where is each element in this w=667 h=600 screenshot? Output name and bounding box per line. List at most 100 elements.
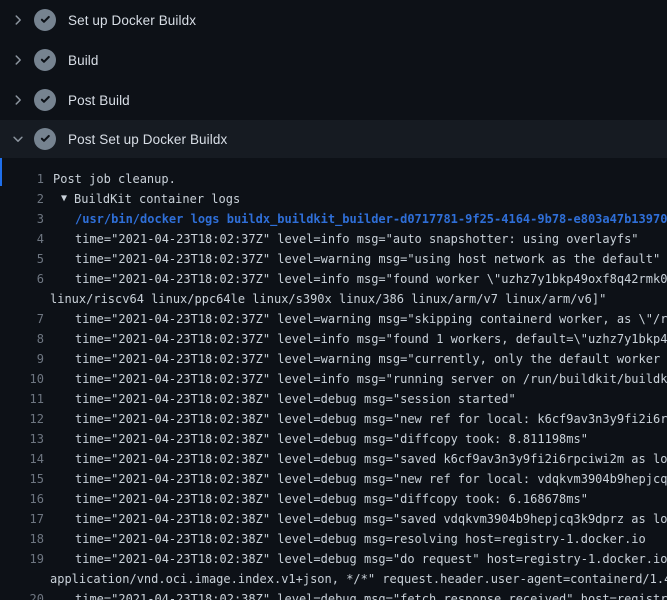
step-label: Post Set up Docker Buildx bbox=[68, 132, 227, 147]
log-indent bbox=[44, 349, 75, 350]
log-line: 12 time="2021-04-23T18:02:38Z" level=deb… bbox=[0, 409, 667, 429]
log-indent bbox=[44, 469, 75, 470]
log-line-number[interactable]: 10 bbox=[0, 369, 44, 389]
log-line: 11 time="2021-04-23T18:02:38Z" level=deb… bbox=[0, 389, 667, 409]
log-line-number[interactable]: 12 bbox=[0, 409, 44, 429]
chevron-right-icon[interactable] bbox=[10, 92, 26, 108]
log-line: 10 time="2021-04-23T18:02:37Z" level=inf… bbox=[0, 369, 667, 389]
log-indent bbox=[44, 429, 75, 430]
log-indent bbox=[44, 389, 75, 390]
log-line-text: Post job cleanup. bbox=[53, 169, 667, 189]
log-line: 6 time="2021-04-23T18:02:37Z" level=info… bbox=[0, 269, 667, 289]
log-line: 14 time="2021-04-23T18:02:38Z" level=deb… bbox=[0, 449, 667, 469]
log-line-text: time="2021-04-23T18:02:37Z" level=info m… bbox=[75, 329, 667, 349]
log-line-text: /usr/bin/docker logs buildx_buildkit_bui… bbox=[75, 209, 667, 229]
log-line: 2 ▼ BuildKit container logs bbox=[0, 189, 667, 209]
step-header-set-up-docker-buildx[interactable]: Set up Docker Buildx bbox=[0, 0, 667, 40]
log-line: 3 /usr/bin/docker logs buildx_buildkit_b… bbox=[0, 209, 667, 229]
log-line-text: BuildKit container logs bbox=[74, 189, 667, 209]
log-line-number[interactable]: 6 bbox=[0, 269, 44, 289]
check-circle-icon bbox=[34, 9, 56, 31]
log-line-number[interactable]: 17 bbox=[0, 509, 44, 529]
chevron-right-icon[interactable] bbox=[10, 12, 26, 28]
log-indent bbox=[44, 229, 75, 230]
log-line-text: time="2021-04-23T18:02:38Z" level=debug … bbox=[75, 509, 667, 529]
log-line-number[interactable]: 11 bbox=[0, 389, 44, 409]
log-line: 19 time="2021-04-23T18:02:38Z" level=deb… bbox=[0, 549, 667, 569]
log-line: 8 time="2021-04-23T18:02:37Z" level=info… bbox=[0, 329, 667, 349]
chevron-down-icon[interactable] bbox=[10, 131, 26, 147]
log-indent bbox=[44, 309, 75, 310]
group-toggle-icon[interactable]: ▼ bbox=[61, 189, 67, 209]
log-line-number[interactable]: 2 bbox=[0, 189, 44, 209]
log-indent bbox=[44, 589, 75, 590]
log-line: 20 time="2021-04-23T18:02:38Z" level=deb… bbox=[0, 589, 667, 600]
log-line-text: time="2021-04-23T18:02:37Z" level=info m… bbox=[75, 229, 667, 249]
log-indent bbox=[44, 329, 75, 330]
log-line-number[interactable]: 5 bbox=[0, 249, 44, 269]
log-line: 13 time="2021-04-23T18:02:38Z" level=deb… bbox=[0, 429, 667, 449]
log-indent bbox=[44, 489, 75, 490]
log-line-number[interactable]: 15 bbox=[0, 469, 44, 489]
log-line-text: time="2021-04-23T18:02:38Z" level=debug … bbox=[75, 469, 667, 489]
log-line-text: application/vnd.oci.image.index.v1+json,… bbox=[50, 569, 667, 589]
log-line-number[interactable]: 1 bbox=[0, 169, 44, 189]
log-line: linux/riscv64 linux/ppc64le linux/s390x … bbox=[0, 289, 667, 309]
log-line: 15 time="2021-04-23T18:02:38Z" level=deb… bbox=[0, 469, 667, 489]
log-line-text: linux/riscv64 linux/ppc64le linux/s390x … bbox=[50, 289, 667, 309]
log-line-text: time="2021-04-23T18:02:38Z" level=debug … bbox=[75, 589, 667, 600]
log-line-text: time="2021-04-23T18:02:38Z" level=debug … bbox=[75, 389, 667, 409]
log-line: 16 time="2021-04-23T18:02:38Z" level=deb… bbox=[0, 489, 667, 509]
log-indent bbox=[44, 169, 53, 170]
log-indent bbox=[44, 269, 75, 270]
step-header-post-build[interactable]: Post Build bbox=[0, 80, 667, 120]
log-line-number[interactable] bbox=[0, 569, 44, 589]
log-line-number[interactable]: 20 bbox=[0, 589, 44, 600]
log-line-text: time="2021-04-23T18:02:37Z" level=info m… bbox=[75, 369, 667, 389]
log-indent bbox=[44, 249, 75, 250]
log-indent bbox=[44, 189, 61, 190]
log-indent bbox=[44, 449, 75, 450]
log-line-number[interactable]: 13 bbox=[0, 429, 44, 449]
log-line-text: time="2021-04-23T18:02:38Z" level=debug … bbox=[75, 409, 667, 429]
log-line: 9 time="2021-04-23T18:02:37Z" level=warn… bbox=[0, 349, 667, 369]
log-indent bbox=[44, 369, 75, 370]
log-line-number[interactable]: 9 bbox=[0, 349, 44, 369]
log-area: 1 Post job cleanup. 2 ▼ BuildKit contain… bbox=[0, 158, 667, 600]
log-line: 17 time="2021-04-23T18:02:38Z" level=deb… bbox=[0, 509, 667, 529]
log-line-text: time="2021-04-23T18:02:37Z" level=warnin… bbox=[75, 309, 667, 329]
log-line-text: time="2021-04-23T18:02:38Z" level=debug … bbox=[75, 429, 667, 449]
chevron-right-icon[interactable] bbox=[10, 52, 26, 68]
check-circle-icon bbox=[34, 128, 56, 150]
log-line: application/vnd.oci.image.index.v1+json,… bbox=[0, 569, 667, 589]
log-line: 18 time="2021-04-23T18:02:38Z" level=deb… bbox=[0, 529, 667, 549]
workflow-logs-panel: Set up Docker Buildx Build Post Build bbox=[0, 0, 667, 600]
log-line-number[interactable] bbox=[0, 289, 44, 309]
step-list: Set up Docker Buildx Build Post Build bbox=[0, 0, 667, 158]
check-circle-icon bbox=[34, 89, 56, 111]
log-indent bbox=[44, 549, 75, 550]
step-label: Post Build bbox=[68, 93, 130, 108]
step-label: Build bbox=[68, 53, 99, 68]
log-line-text: time="2021-04-23T18:02:37Z" level=warnin… bbox=[75, 349, 667, 369]
log-line-number[interactable]: 16 bbox=[0, 489, 44, 509]
log-line-text: time="2021-04-23T18:02:38Z" level=debug … bbox=[75, 489, 667, 509]
step-header-post-set-up-docker-buildx[interactable]: Post Set up Docker Buildx bbox=[0, 120, 667, 158]
log-indent bbox=[44, 409, 75, 410]
log-line-number[interactable]: 14 bbox=[0, 449, 44, 469]
log-line-text: time="2021-04-23T18:02:38Z" level=debug … bbox=[75, 529, 667, 549]
step-label: Set up Docker Buildx bbox=[68, 13, 196, 28]
log-line-number[interactable]: 19 bbox=[0, 549, 44, 569]
log-indent bbox=[44, 209, 75, 210]
log-line-number[interactable]: 3 bbox=[0, 209, 44, 229]
log-line-text: time="2021-04-23T18:02:38Z" level=debug … bbox=[75, 449, 667, 469]
log-line-number[interactable]: 7 bbox=[0, 309, 44, 329]
log-line-number[interactable]: 4 bbox=[0, 229, 44, 249]
log-line-text: time="2021-04-23T18:02:37Z" level=warnin… bbox=[75, 249, 667, 269]
log-indent bbox=[44, 529, 75, 530]
log-line-number[interactable]: 18 bbox=[0, 529, 44, 549]
log-line-text: time="2021-04-23T18:02:38Z" level=debug … bbox=[75, 549, 667, 569]
step-header-build[interactable]: Build bbox=[0, 40, 667, 80]
log-line: 4 time="2021-04-23T18:02:37Z" level=info… bbox=[0, 229, 667, 249]
log-line-number[interactable]: 8 bbox=[0, 329, 44, 349]
